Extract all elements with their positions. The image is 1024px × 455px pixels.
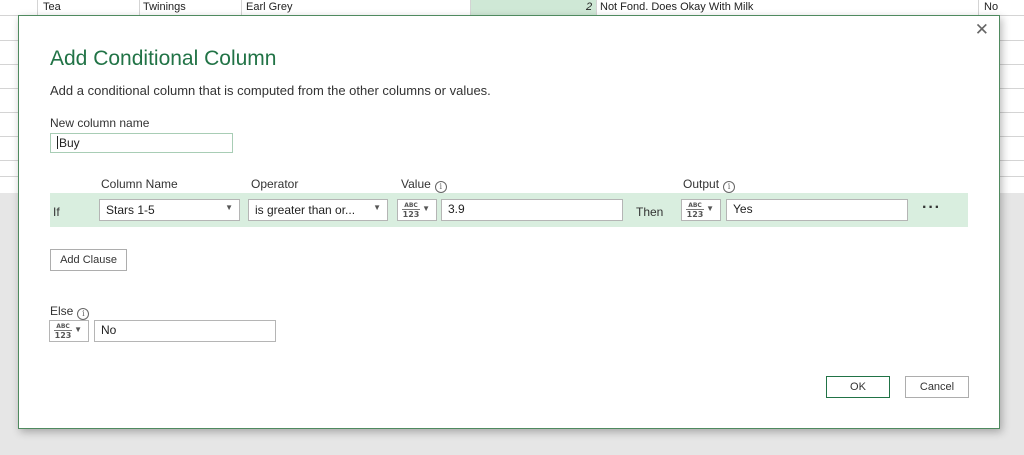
- cell-brand[interactable]: Twinings: [143, 1, 186, 13]
- operator-dropdown[interactable]: is greater than or... ▼: [248, 199, 388, 221]
- cell-buy[interactable]: No: [984, 1, 998, 13]
- grid-line: [470, 0, 471, 15]
- abc-123-icon: ABC 123: [686, 202, 704, 219]
- dialog-description: Add a conditional column that is compute…: [50, 83, 491, 98]
- abc-123-icon: ABC 123: [54, 323, 72, 340]
- cell-notes[interactable]: Not Fond. Does Okay With Milk: [600, 1, 753, 13]
- grid-line: [596, 0, 597, 15]
- info-icon[interactable]: i: [77, 308, 90, 320]
- chevron-down-icon: ▼: [706, 204, 714, 213]
- chevron-down-icon: ▼: [225, 203, 233, 212]
- column-name-dropdown[interactable]: Stars 1-5 ▼: [99, 199, 240, 221]
- dialog-title: Add Conditional Column: [50, 47, 277, 70]
- cell-stars[interactable]: 2: [586, 1, 592, 13]
- add-clause-button[interactable]: Add Clause: [50, 249, 127, 271]
- abc-123-icon: ABC 123: [402, 202, 420, 219]
- ok-button[interactable]: OK: [826, 376, 890, 398]
- value-header: Value i: [401, 177, 447, 193]
- else-label-text: Else: [50, 304, 74, 318]
- more-options-icon[interactable]: ···: [922, 200, 941, 216]
- close-icon[interactable]: ✕: [975, 20, 989, 40]
- grid-line: [139, 0, 140, 15]
- cell-name[interactable]: Earl Grey: [246, 1, 292, 13]
- operator-value: is greater than or...: [255, 203, 356, 217]
- text-cursor: [57, 136, 58, 149]
- if-label: If: [53, 205, 60, 219]
- cell-type[interactable]: Tea: [43, 1, 61, 13]
- value-input[interactable]: 3.9: [441, 199, 623, 221]
- selected-cell-highlight: [470, 0, 596, 15]
- output-header-label: Output: [683, 177, 720, 191]
- chevron-down-icon: ▼: [74, 325, 82, 334]
- column-name-header: Column Name: [101, 177, 178, 191]
- output-header: Output i: [683, 177, 736, 193]
- value-type-button[interactable]: ABC 123 ▼: [397, 199, 437, 221]
- else-label: Else i: [50, 304, 90, 320]
- column-name-value: Stars 1-5: [106, 203, 155, 217]
- grid-line: [241, 0, 242, 15]
- then-label: Then: [636, 205, 664, 219]
- operator-header: Operator: [251, 177, 299, 191]
- new-column-name-input[interactable]: Buy: [50, 133, 233, 153]
- else-type-button[interactable]: ABC 123 ▼: [49, 320, 89, 342]
- grid-line: [37, 0, 38, 15]
- chevron-down-icon: ▼: [373, 203, 381, 212]
- output-input[interactable]: Yes: [726, 199, 908, 221]
- else-value-input[interactable]: No: [94, 320, 276, 342]
- new-column-name-label: New column name: [50, 116, 150, 130]
- chevron-down-icon: ▼: [422, 204, 430, 213]
- new-column-name-value: Buy: [59, 136, 80, 150]
- info-icon[interactable]: i: [434, 181, 447, 193]
- output-type-button[interactable]: ABC 123 ▼: [681, 199, 721, 221]
- info-icon[interactable]: i: [723, 181, 736, 193]
- add-conditional-column-dialog: ✕ Add Conditional Column Add a condition…: [18, 15, 1000, 429]
- value-header-label: Value: [401, 177, 431, 191]
- cancel-button[interactable]: Cancel: [905, 376, 969, 398]
